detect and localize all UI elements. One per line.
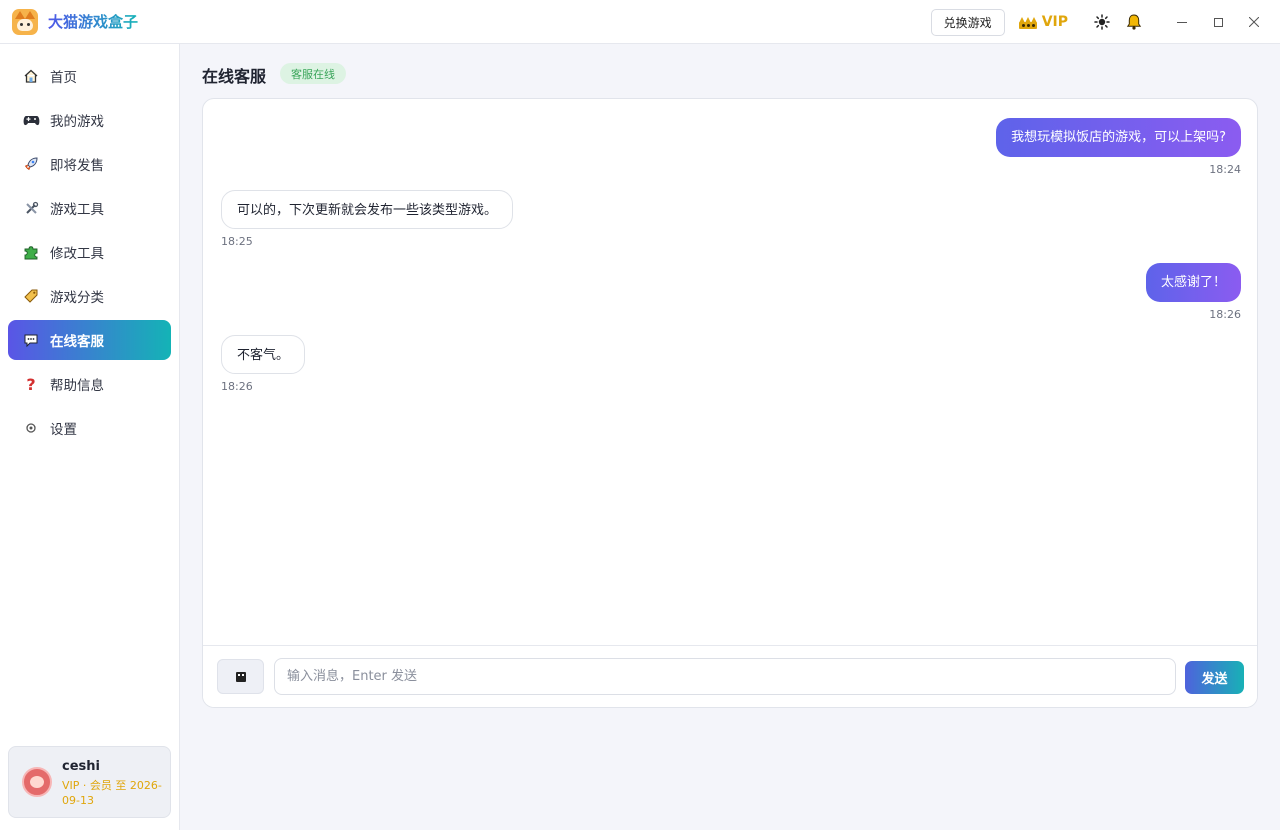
- sidebar-item-mod-tools[interactable]: 修改工具: [8, 232, 171, 272]
- home-icon: [22, 67, 40, 85]
- gear-icon: [22, 419, 40, 437]
- sun-icon: [1094, 14, 1110, 30]
- sidebar-item-help[interactable]: ? 帮助信息: [8, 364, 171, 404]
- sidebar-item-label: 即将发售: [50, 158, 104, 174]
- avatar: [22, 767, 52, 797]
- message-time: 18:24: [1209, 163, 1241, 176]
- user-card[interactable]: ceshi VIP · 会员 至 2026-09-13: [8, 746, 171, 818]
- rocket-icon: [22, 155, 40, 173]
- sidebar-item-upcoming[interactable]: 即将发售: [8, 144, 171, 184]
- question-icon: ?: [26, 374, 36, 394]
- message-bubble: 不客气。: [221, 335, 306, 374]
- sidebar-item-categories[interactable]: 游戏分类: [8, 276, 171, 316]
- message-bubble: 太感谢了！: [1145, 263, 1241, 302]
- send-button[interactable]: 发送: [1185, 661, 1244, 694]
- status-badge: 客服在线: [280, 63, 346, 84]
- sidebar-item-label: 修改工具: [50, 246, 104, 262]
- redeem-game-button[interactable]: 兑换游戏: [930, 8, 1005, 36]
- notifications-button[interactable]: [1118, 0, 1150, 44]
- vip-badge[interactable]: VIP: [1018, 14, 1068, 30]
- bell-icon: [1126, 14, 1142, 30]
- message-outgoing: 太感谢了！ 18:26: [1145, 263, 1241, 321]
- emoji-icon: [235, 671, 246, 682]
- message-bubble: 我想玩模拟饭店的游戏，可以上架吗?: [996, 118, 1241, 157]
- tag-icon: [22, 287, 40, 305]
- sidebar-item-label: 游戏工具: [50, 202, 104, 218]
- sidebar-item-label: 设置: [50, 422, 77, 438]
- message-incoming: 不客气。 18:26: [221, 335, 306, 393]
- sidebar-item-game-tools[interactable]: 游戏工具: [8, 188, 171, 228]
- app-brand: 大猫游戏盒子: [12, 8, 139, 35]
- sidebar: 首页 我的游戏 即将发售 游戏工具 修改工具 游戏分类 在线客服 ? 帮助信息 …: [0, 44, 180, 830]
- message-time: 18:26: [1209, 308, 1241, 321]
- membership-info: VIP · 会员 至 2026-09-13: [62, 779, 162, 807]
- theme-toggle-button[interactable]: [1086, 0, 1118, 44]
- message-outgoing: 我想玩模拟饭店的游戏，可以上架吗? 18:24: [996, 118, 1241, 176]
- minimize-button[interactable]: [1164, 0, 1200, 44]
- message-time: 18:25: [221, 235, 253, 248]
- cat-logo-icon: [12, 8, 38, 35]
- chat-icon: [22, 331, 40, 349]
- crown-icon: [1018, 16, 1037, 29]
- tools-icon: [22, 199, 40, 217]
- title-bar: 大猫游戏盒子 兑换游戏 VIP: [0, 0, 1280, 44]
- sidebar-item-settings[interactable]: 设置: [8, 408, 171, 448]
- maximize-button[interactable]: [1200, 0, 1236, 44]
- close-button[interactable]: [1236, 0, 1272, 44]
- emoji-button[interactable]: [217, 659, 264, 694]
- gamepad-icon: [22, 111, 40, 129]
- sidebar-item-label: 游戏分类: [50, 290, 104, 306]
- sidebar-item-support[interactable]: 在线客服: [8, 320, 171, 360]
- message-incoming: 可以的，下次更新就会发布一些该类型游戏。 18:25: [221, 190, 514, 248]
- sidebar-item-label: 我的游戏: [50, 114, 104, 130]
- puzzle-icon: [22, 243, 40, 261]
- message-list: 我想玩模拟饭店的游戏，可以上架吗? 18:24 可以的，下次更新就会发布一些该类…: [203, 99, 1257, 645]
- page-title: 在线客服: [202, 67, 267, 86]
- sidebar-item-label: 在线客服: [50, 334, 104, 350]
- chat-panel: 我想玩模拟饭店的游戏，可以上架吗? 18:24 可以的，下次更新就会发布一些该类…: [202, 98, 1258, 708]
- message-composer: 发送: [203, 645, 1257, 707]
- message-time: 18:26: [221, 380, 253, 393]
- sidebar-item-my-games[interactable]: 我的游戏: [8, 100, 171, 140]
- sidebar-item-label: 首页: [50, 70, 77, 86]
- message-input[interactable]: [274, 658, 1176, 695]
- sidebar-item-home[interactable]: 首页: [8, 56, 171, 96]
- app-title: 大猫游戏盒子: [48, 13, 139, 31]
- close-icon: [1249, 17, 1259, 27]
- sidebar-nav: 首页 我的游戏 即将发售 游戏工具 修改工具 游戏分类 在线客服 ? 帮助信息 …: [8, 56, 171, 452]
- sidebar-item-label: 帮助信息: [50, 378, 104, 394]
- user-name: ceshi: [62, 759, 100, 774]
- message-bubble: 可以的，下次更新就会发布一些该类型游戏。: [221, 190, 514, 229]
- vip-label: VIP: [1041, 14, 1068, 30]
